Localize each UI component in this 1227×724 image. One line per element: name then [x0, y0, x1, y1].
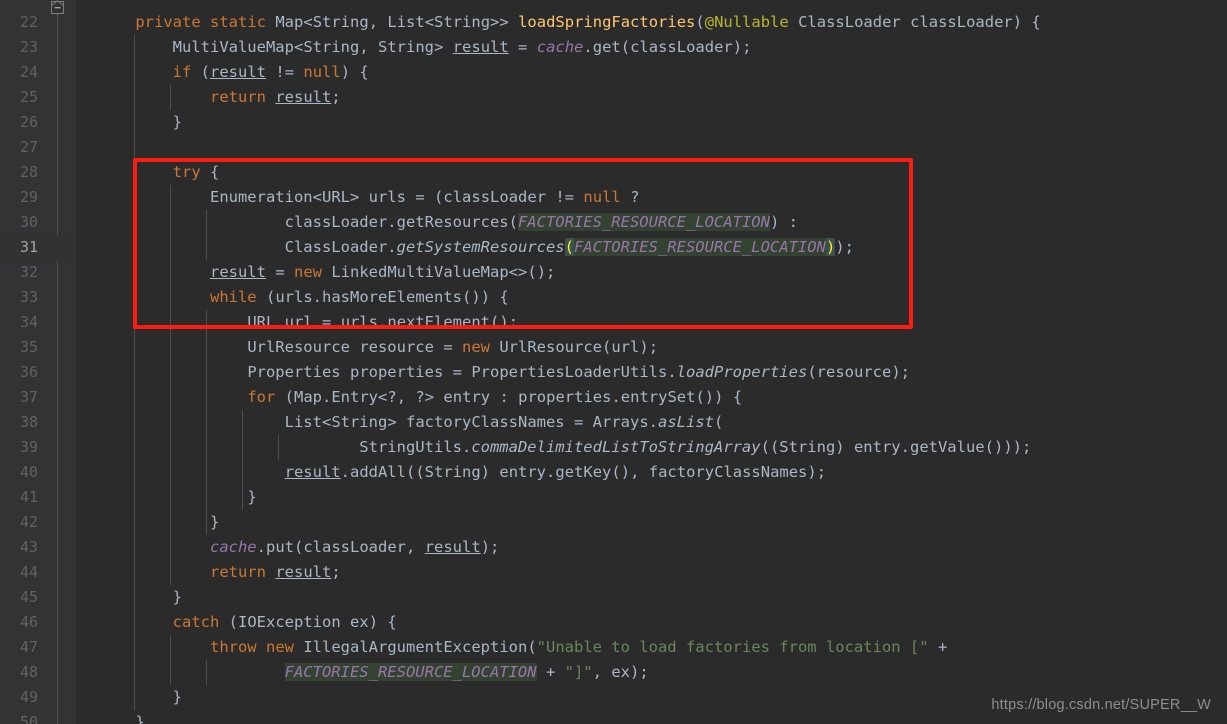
code-line[interactable]: List<String> factoryClassNames = Arrays.…: [98, 410, 724, 435]
code-line[interactable]: try {: [98, 160, 220, 185]
code-line[interactable]: private static Map<String, List<String>>…: [98, 10, 1040, 35]
line-number: 36: [19, 363, 38, 381]
code-line[interactable]: UrlResource resource = new UrlResource(u…: [98, 335, 658, 360]
code-line[interactable]: URL url = urls.nextElement();: [98, 310, 518, 335]
code-line[interactable]: Properties properties = PropertiesLoader…: [98, 360, 910, 385]
watermark-text: https://blog.csdn.net/SUPER__W: [991, 697, 1211, 713]
line-number: 40: [19, 463, 38, 481]
line-number: 37: [19, 388, 38, 406]
code-line[interactable]: }: [98, 485, 256, 510]
code-line[interactable]: FACTORIES_RESOURCE_LOCATION + "]", ex);: [98, 660, 649, 685]
line-number: 45: [19, 588, 38, 606]
line-number: 30: [19, 213, 38, 231]
line-number: 35: [19, 338, 38, 356]
line-number: 47: [19, 638, 38, 656]
code-line[interactable]: }: [98, 685, 182, 710]
line-number: 42: [19, 513, 38, 531]
line-number: 50: [19, 713, 38, 724]
line-number: 39: [19, 438, 38, 456]
line-number: 48: [19, 663, 38, 681]
code-line[interactable]: Enumeration<URL> urls = (classLoader != …: [98, 185, 639, 210]
line-number: 41: [19, 488, 38, 506]
line-number: 26: [19, 113, 38, 131]
line-number: 43: [19, 538, 38, 556]
line-number: 44: [19, 563, 38, 581]
code-line[interactable]: classLoader.getResources(FACTORIES_RESOU…: [98, 210, 798, 235]
line-number: 28: [19, 163, 38, 181]
fold-marker-icon[interactable]: [50, 0, 65, 15]
code-line[interactable]: return result;: [98, 560, 341, 585]
code-line[interactable]: ClassLoader.getSystemResources(FACTORIES…: [98, 235, 854, 260]
line-number: 29: [19, 188, 38, 206]
code-line[interactable]: }: [98, 510, 219, 535]
line-number: 25: [19, 88, 38, 106]
line-number: 49: [19, 688, 38, 706]
code-line[interactable]: throw new IllegalArgumentException("Unab…: [98, 635, 947, 660]
code-editor[interactable]: 22 23 24 25 26 27 28 29 30 31 32 33 34 35 36 37 38 39 40 41…: [0, 0, 1227, 724]
code-line[interactable]: if (result != null) {: [98, 60, 369, 85]
line-number: 22: [19, 13, 38, 31]
line-number: 27: [19, 138, 38, 156]
line-number: 24: [19, 63, 38, 81]
code-line[interactable]: result.addAll((String) entry.getKey(), f…: [98, 460, 826, 485]
code-line[interactable]: StringUtils.commaDelimitedListToStringAr…: [98, 435, 1031, 460]
code-line[interactable]: result = new LinkedMultiValueMap<>();: [98, 260, 555, 285]
code-line[interactable]: MultiValueMap<String, String> result = c…: [98, 35, 752, 60]
line-number: 34: [19, 313, 38, 331]
line-number: 46: [19, 613, 38, 631]
matching-bracket: (: [564, 238, 574, 256]
code-line[interactable]: return result;: [98, 85, 341, 110]
code-line[interactable]: }: [98, 110, 182, 135]
code-line[interactable]: while (urls.hasMoreElements()) {: [98, 285, 509, 310]
line-number: 31: [19, 238, 38, 256]
code-line[interactable]: }: [98, 710, 144, 724]
code-line[interactable]: cache.put(classLoader, result);: [98, 535, 499, 560]
line-number: 33: [19, 288, 38, 306]
code-line[interactable]: catch (IOException ex) {: [98, 610, 397, 635]
code-line[interactable]: }: [98, 585, 182, 610]
code-line[interactable]: for (Map.Entry<?, ?> entry : properties.…: [98, 385, 742, 410]
fold-region-line: [57, 0, 58, 724]
line-number: 23: [19, 38, 38, 56]
matching-bracket: ): [825, 238, 836, 256]
line-number: 38: [19, 413, 38, 431]
line-number: 32: [19, 263, 38, 281]
code-content[interactable]: private static Map<String, List<String>>…: [76, 0, 1227, 724]
